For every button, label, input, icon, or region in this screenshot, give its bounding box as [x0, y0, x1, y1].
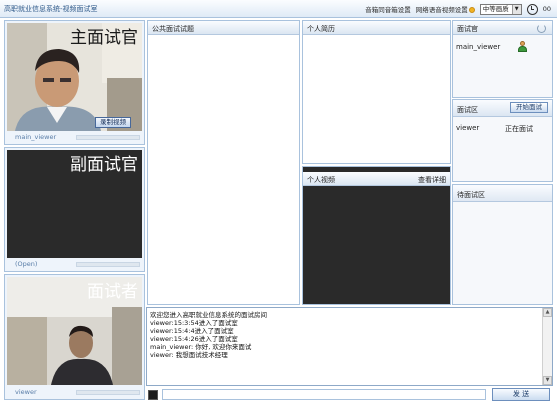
send-button[interactable]: 发 送: [492, 388, 550, 401]
waiting-area-panel: 待面试区: [452, 184, 553, 305]
video-settings-label: 网络语音视频设置: [415, 6, 468, 14]
vice-interviewer-role-label: 副面试官: [70, 155, 138, 175]
warning-icon: [468, 7, 475, 13]
chevron-down-icon[interactable]: ▼: [511, 4, 521, 14]
interviewers-panel: 面试官 main_viewer: [452, 20, 553, 98]
emoji-icon[interactable]: [148, 390, 158, 400]
waiting-area-header: 待面试区: [453, 185, 552, 202]
chat-message: viewer: 我想面试技术经理: [150, 351, 228, 359]
main-volume-bar: [76, 135, 140, 140]
title-bar: 高职就业信息系统-视频面试室 音箱同音箱设置 网络语音视频设置 中等画质 ▼ 0…: [0, 0, 557, 18]
audio-settings-link[interactable]: 音箱同音箱设置: [365, 4, 411, 14]
interview-area-panel: 面试区 开始面试 viewer 正在面试: [452, 99, 553, 182]
interviewers-header: 面试官: [453, 21, 552, 35]
main-interviewer-video-panel: 主面试官 录制视频 main_viewer: [4, 20, 145, 145]
top-toolbar: 音箱同音箱设置 网络语音视频设置 中等画质 ▼ 00: [365, 2, 551, 16]
interview-area-header: 面试区 开始面试: [453, 100, 552, 117]
chat-message: 欢迎您进入高职就业信息系统的面试房间: [150, 311, 267, 319]
waiting-area-title: 待面试区: [457, 191, 485, 199]
personal-video-title: 个人视频: [307, 176, 335, 184]
public-questions-title: 公共面试试题: [152, 25, 194, 33]
main-interviewer-footer: main_viewer: [7, 131, 142, 143]
personal-video-panel: 个人视频 查看详细: [302, 166, 451, 305]
main-interviewer-name: main_viewer: [15, 133, 57, 141]
vice-interviewer-footer: (Open): [7, 258, 142, 270]
candidate-volume-bar: [76, 390, 140, 395]
vice-volume-bar: [76, 262, 140, 267]
chat-message: viewer:15:4:26进入了面试室: [150, 335, 238, 343]
scroll-down-icon[interactable]: ▼: [543, 376, 552, 385]
candidate-video: 面试者: [7, 277, 142, 385]
timer-value: 00: [542, 5, 551, 13]
vice-interviewer-name: (Open): [15, 260, 38, 268]
clock-icon: [526, 3, 538, 15]
interviewers-title: 面试官: [457, 25, 478, 33]
window-title: 高职就业信息系统-视频面试室: [4, 5, 98, 13]
resume-title: 个人简历: [307, 25, 335, 33]
resume-panel: 个人简历: [302, 20, 451, 164]
chat-input[interactable]: [162, 389, 486, 400]
interview-area-item-name[interactable]: viewer: [456, 124, 479, 132]
chat-scrollbar[interactable]: ▲ ▼: [542, 308, 552, 385]
quality-select[interactable]: 中等画质 ▼: [479, 3, 522, 15]
view-details-link[interactable]: 查看详细: [418, 175, 446, 185]
refresh-icon[interactable]: [537, 24, 546, 33]
candidate-name: viewer: [15, 388, 37, 396]
start-interview-button[interactable]: 开始面试: [510, 102, 548, 113]
record-video-button[interactable]: 录制视频: [95, 117, 131, 128]
interview-area-title: 面试区: [457, 106, 478, 114]
vice-interviewer-video: 副面试官: [7, 150, 142, 258]
interviewer-list-item[interactable]: main_viewer: [456, 43, 500, 51]
video-settings-link[interactable]: 网络语音视频设置: [416, 4, 475, 14]
candidate-footer: viewer: [7, 386, 142, 398]
user-icon: [517, 41, 528, 52]
main-interviewer-role-label: 主面试官: [70, 28, 138, 48]
quality-select-value: 中等画质: [482, 4, 509, 13]
vice-interviewer-video-panel: 副面试官 (Open): [4, 147, 145, 272]
resume-header: 个人简历: [303, 21, 450, 35]
personal-video-header: 个人视频 查看详细: [303, 172, 450, 186]
scroll-up-icon[interactable]: ▲: [543, 308, 552, 317]
public-questions-panel: 公共面试试题: [147, 20, 300, 305]
chat-message: viewer:15:3:54进入了面试室: [150, 319, 238, 327]
chat-input-row: 发 送: [146, 388, 553, 401]
public-questions-header: 公共面试试题: [148, 21, 299, 35]
candidate-video-panel: 面试者 viewer: [4, 274, 145, 400]
chat-message: viewer:15:4:4进入了面试室: [150, 327, 234, 335]
chat-messages: 欢迎您进入高职就业信息系统的面试房间 viewer:15:3:54进入了面试室 …: [150, 311, 540, 359]
candidate-role-label: 面试者: [87, 282, 138, 302]
interview-area-item-status: 正在面试: [505, 125, 533, 133]
chat-log[interactable]: 欢迎您进入高职就业信息系统的面试房间 viewer:15:3:54进入了面试室 …: [146, 307, 553, 386]
chat-message: main_viewer: 你好, 欢迎你来面试: [150, 343, 252, 351]
main-interviewer-video: 主面试官 录制视频: [7, 23, 142, 131]
